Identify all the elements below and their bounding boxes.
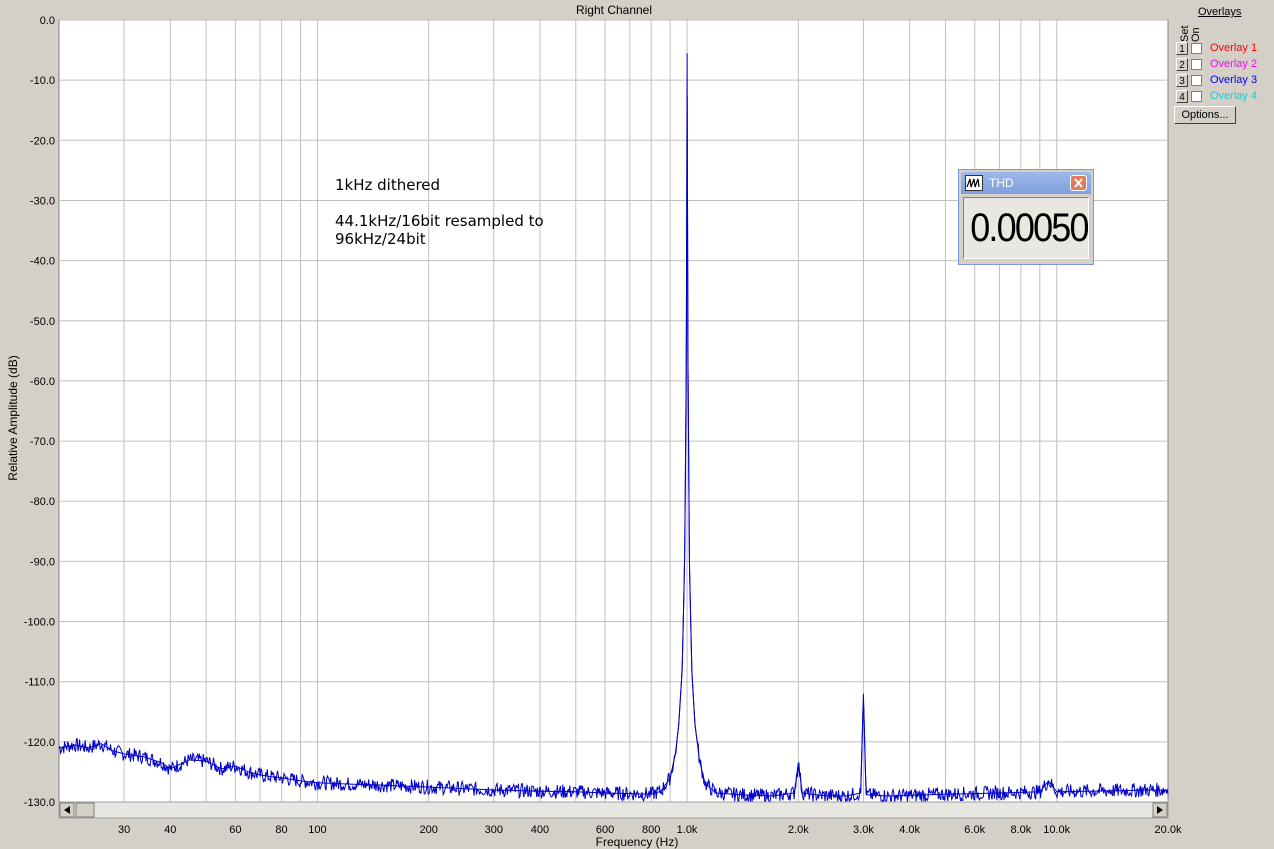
thd-titlebar[interactable]: THD	[961, 172, 1091, 194]
overlay-row-2: 2 Overlay 2	[1176, 58, 1272, 73]
thd-title: THD	[989, 176, 1014, 190]
y-tick-label: -100.0	[24, 617, 55, 629]
overlay-row-1: 1 Overlay 1	[1176, 42, 1272, 57]
chart-area: 0.0 -10.0 -20.0 -30.0 -40.0 -50.0 -60.0 -70.0 -8…	[6, 3, 1182, 849]
y-tick-label: 0.0	[40, 15, 55, 27]
overlay-1-checkbox[interactable]	[1191, 43, 1202, 54]
y-tick-label: -20.0	[30, 135, 55, 147]
overlay-4-label: Overlay 4	[1210, 90, 1258, 102]
x-axis-title: Frequency (Hz)	[596, 835, 679, 849]
x-tick-label: 8.0k	[1010, 824, 1031, 836]
on-header-label: On	[1190, 27, 1202, 42]
y-tick-label: -40.0	[30, 256, 55, 268]
overlay-4-checkbox[interactable]	[1191, 91, 1202, 102]
y-tick-label: -70.0	[30, 436, 55, 448]
x-tick-label: 10.0k	[1043, 824, 1070, 836]
x-tick-label: 30	[118, 824, 130, 836]
scroll-thumb[interactable]	[75, 802, 95, 818]
y-tick-label: -130.0	[24, 797, 55, 809]
x-tick-label: 20.0k	[1155, 824, 1182, 836]
y-tick-label: -60.0	[30, 376, 55, 388]
horizontal-scrollbar[interactable]	[58, 801, 1169, 819]
options-button[interactable]: Options...	[1174, 106, 1236, 124]
overlays-panel: Overlays Set On 1 Overlay 1 2 Overlay 2 …	[1172, 4, 1272, 134]
overlay-2-label: Overlay 2	[1210, 58, 1258, 70]
overlay-1-set-button[interactable]: 1	[1176, 42, 1188, 55]
x-tick-label: 2.0k	[788, 824, 809, 836]
x-tick-label: 1.0k	[677, 824, 698, 836]
annotation-line-2: 44.1kHz/16bit resampled to	[335, 212, 544, 230]
thd-readout: 0.00050 %	[963, 197, 1089, 259]
overlay-3-checkbox[interactable]	[1191, 75, 1202, 86]
overlay-2-set-button[interactable]: 2	[1176, 58, 1188, 71]
x-tick-label: 100	[308, 824, 326, 836]
overlay-3-set-button[interactable]: 3	[1176, 74, 1188, 87]
x-tick-label: 80	[275, 824, 287, 836]
x-tick-label: 200	[419, 824, 437, 836]
overlays-title: Overlays	[1198, 6, 1242, 18]
plot-background	[58, 19, 1169, 803]
thd-window[interactable]: THD 0.00050 %	[958, 169, 1094, 265]
y-tick-label: -90.0	[30, 556, 55, 568]
y-tick-label: -10.0	[30, 75, 55, 87]
overlay-4-set-button[interactable]: 4	[1176, 90, 1188, 103]
y-tick-label: -80.0	[30, 496, 55, 508]
y-axis-ticks: 0.0 -10.0 -20.0 -30.0 -40.0 -50.0 -60.0 -70.0 -8…	[24, 15, 55, 809]
y-tick-label: -120.0	[24, 737, 55, 749]
overlay-1-label: Overlay 1	[1210, 42, 1258, 54]
close-icon[interactable]	[1070, 175, 1087, 191]
overlay-3-label: Overlay 3	[1210, 74, 1258, 86]
overlay-2-checkbox[interactable]	[1191, 59, 1202, 70]
annotation-line-3: 96kHz/24bit	[335, 230, 426, 248]
x-tick-label: 4.0k	[899, 824, 920, 836]
set-on-header: Set On	[1175, 20, 1202, 42]
y-tick-label: -110.0	[25, 677, 55, 689]
waveform-icon	[965, 175, 983, 191]
thd-value: 0.00050 %	[970, 206, 1088, 250]
x-tick-label: 60	[229, 824, 241, 836]
x-tick-label: 300	[485, 824, 503, 836]
annotation-line-1: 1kHz dithered	[335, 176, 440, 194]
x-tick-label: 3.0k	[853, 824, 874, 836]
y-axis-title: Relative Amplitude (dB)	[6, 355, 20, 480]
x-tick-label: 40	[164, 824, 176, 836]
x-tick-label: 6.0k	[964, 824, 985, 836]
y-tick-label: -30.0	[30, 195, 55, 207]
y-tick-label: -50.0	[30, 316, 55, 328]
overlay-row-3: 3 Overlay 3	[1176, 74, 1272, 89]
chart-title: Right Channel	[576, 3, 652, 17]
x-tick-label: 400	[531, 824, 549, 836]
overlay-row-4: 4 Overlay 4	[1176, 90, 1272, 105]
